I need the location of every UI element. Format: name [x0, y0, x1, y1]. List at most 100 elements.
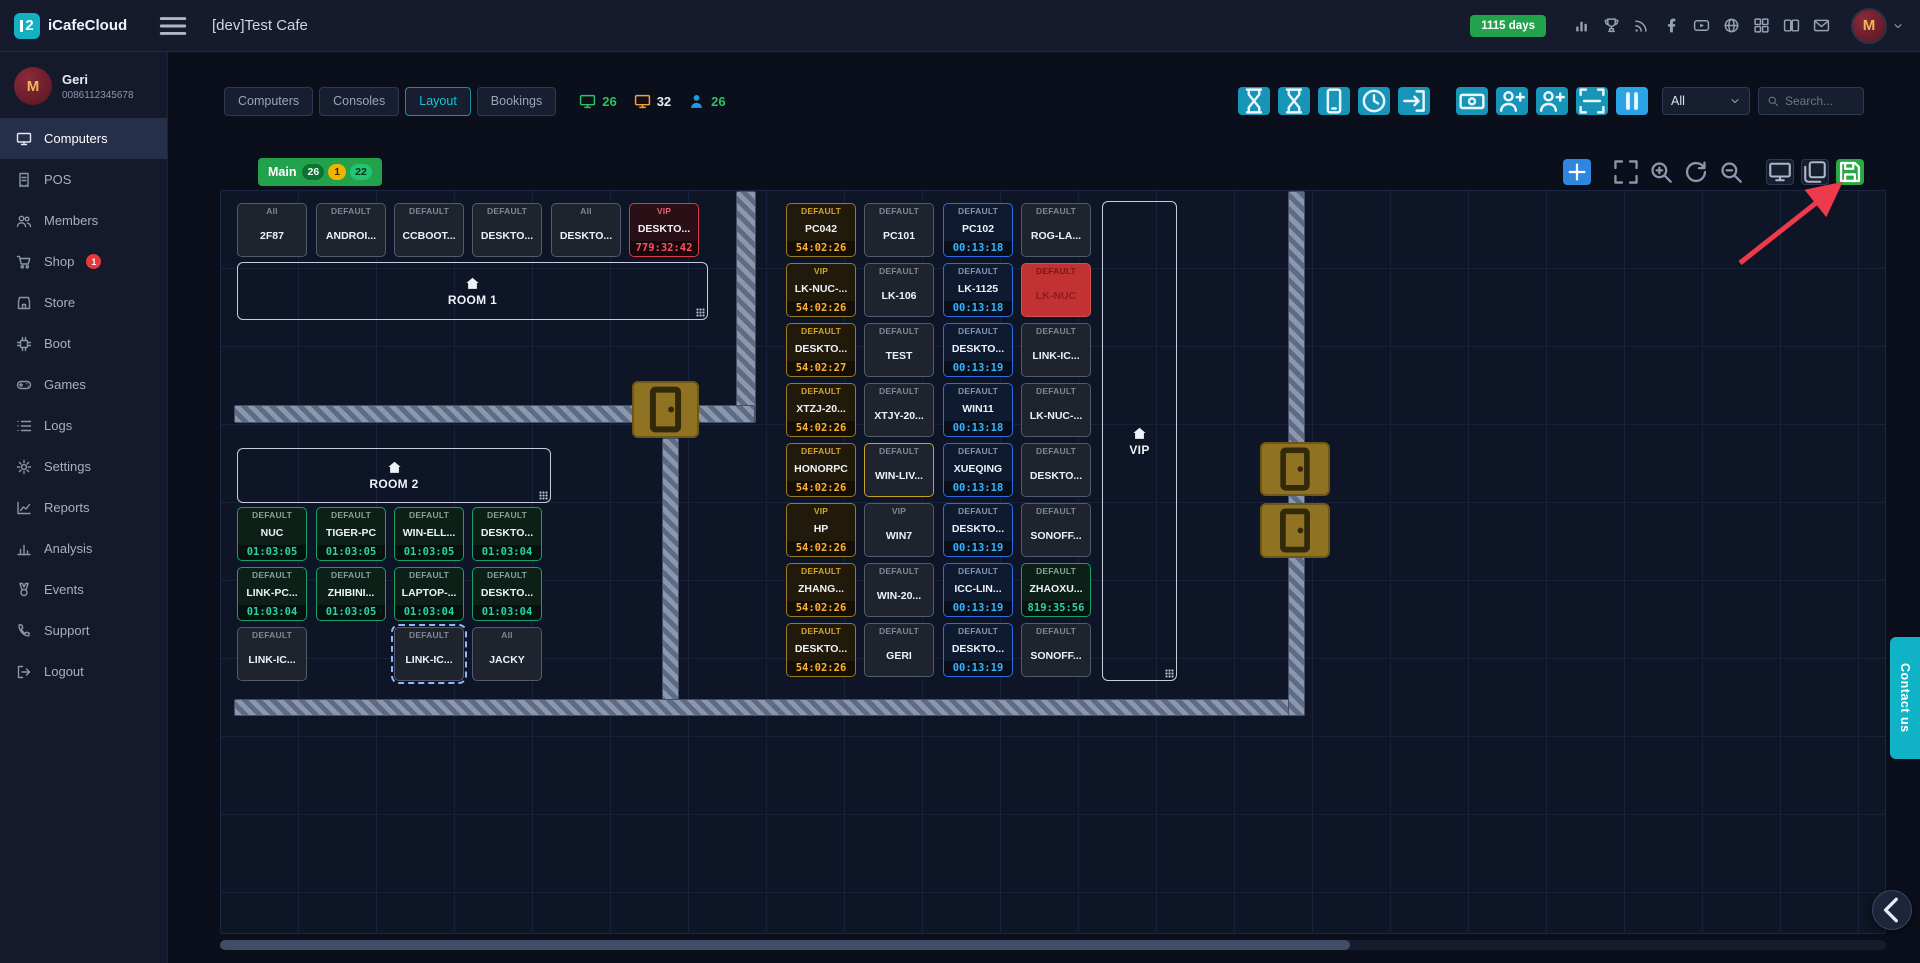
room-room-1[interactable]: ROOM 1: [237, 262, 708, 320]
add-computer-button[interactable]: [1563, 159, 1591, 185]
computer-xtzj-20[interactable]: DEFAULTXTZJ-20...54:02:26: [786, 383, 856, 437]
computer-pc102[interactable]: DEFAULTPC10200:13:18: [943, 203, 1013, 257]
fullscreen-button[interactable]: [1612, 159, 1640, 185]
resize-handle[interactable]: [539, 491, 548, 500]
door-icon[interactable]: [1260, 503, 1330, 558]
sidebar-item-members[interactable]: Members: [0, 200, 167, 241]
computer-lk-nuc[interactable]: DEFAULTLK-NUC-...: [1021, 383, 1091, 437]
computer-win-20[interactable]: DEFAULTWIN-20...: [864, 563, 934, 617]
door-icon[interactable]: [1260, 442, 1330, 496]
tab-layout[interactable]: Layout: [405, 87, 471, 116]
computer-test[interactable]: DEFAULTTEST: [864, 323, 934, 377]
computer-link-ic[interactable]: DEFAULTLINK-IC...: [394, 627, 464, 681]
mail-icon[interactable]: [1813, 17, 1830, 34]
computer-sonoff[interactable]: DEFAULTSONOFF...: [1021, 503, 1091, 557]
subscription-days-badge[interactable]: 1115 days: [1470, 15, 1546, 37]
sidebar-item-store[interactable]: Store: [0, 282, 167, 323]
tab-bookings[interactable]: Bookings: [477, 87, 556, 116]
computer-link-ic[interactable]: DEFAULTLINK-IC...: [237, 627, 307, 681]
computer-zhang[interactable]: DEFAULTZHANG...54:02:26: [786, 563, 856, 617]
add-guest-button[interactable]: [1536, 87, 1568, 115]
computer-ccboot[interactable]: DEFAULTCCBOOT...: [394, 203, 464, 257]
computer-2f87[interactable]: All2F87: [237, 203, 307, 257]
chat-toggle-button[interactable]: [1872, 890, 1912, 930]
facebook-icon[interactable]: [1663, 17, 1680, 34]
computer-zhaoxu[interactable]: DEFAULTZHAOXU...819:35:56: [1021, 563, 1091, 617]
cash-button[interactable]: [1456, 87, 1488, 115]
search-input[interactable]: [1785, 94, 1855, 108]
computer-deskto[interactable]: DEFAULTDESKTO...01:03:04: [472, 507, 542, 561]
computer-xueqing[interactable]: DEFAULTXUEQING00:13:18: [943, 443, 1013, 497]
sidebar-item-events[interactable]: Events: [0, 569, 167, 610]
sidebar-item-support[interactable]: Support: [0, 610, 167, 651]
layers-button[interactable]: [1801, 159, 1829, 185]
add-member-button[interactable]: [1496, 87, 1528, 115]
sidebar-item-reports[interactable]: Reports: [0, 487, 167, 528]
computer-lk-106[interactable]: DEFAULTLK-106: [864, 263, 934, 317]
computer-deskto[interactable]: DEFAULTDESKTO...54:02:26: [786, 623, 856, 677]
scrollbar-handle[interactable]: [220, 940, 1350, 950]
scan-button[interactable]: [1576, 87, 1608, 115]
computer-lk-nuc[interactable]: VIPLK-NUC-...54:02:26: [786, 263, 856, 317]
mobile-button[interactable]: [1318, 87, 1350, 115]
computer-lk-nuc[interactable]: DEFAULTLK-NUC: [1021, 263, 1091, 317]
computer-nuc[interactable]: DEFAULTNUC01:03:05: [237, 507, 307, 561]
checkout-button[interactable]: [1398, 87, 1430, 115]
timer-button[interactable]: [1238, 87, 1270, 115]
tab-computers[interactable]: Computers: [224, 87, 313, 116]
computer-deskto[interactable]: DEFAULTDESKTO...: [472, 203, 542, 257]
computer-win-liv[interactable]: DEFAULTWIN-LIV...: [864, 443, 934, 497]
sidebar-item-logs[interactable]: Logs: [0, 405, 167, 446]
computer-link-ic[interactable]: DEFAULTLINK-IC...: [1021, 323, 1091, 377]
user-block[interactable]: M Geri 0086112345678: [0, 52, 167, 118]
group-filter-select[interactable]: All: [1662, 87, 1750, 115]
computer-icc-lin[interactable]: DEFAULTICC-LIN...00:13:19: [943, 563, 1013, 617]
computer-jacky[interactable]: AllJACKY: [472, 627, 542, 681]
computer-deskto[interactable]: DEFAULTDESKTO...00:13:19: [943, 503, 1013, 557]
menu-toggle-button[interactable]: [156, 9, 190, 43]
sidebar-item-boot[interactable]: Boot: [0, 323, 167, 364]
resize-handle[interactable]: [696, 308, 705, 317]
reset-view-button[interactable]: [1682, 159, 1710, 185]
youtube-icon[interactable]: [1693, 17, 1710, 34]
computer-deskto[interactable]: DEFAULTDESKTO...: [1021, 443, 1091, 497]
sidebar-item-games[interactable]: Games: [0, 364, 167, 405]
computer-laptop[interactable]: DEFAULTLAPTOP-...01:03:04: [394, 567, 464, 621]
door-icon[interactable]: [632, 381, 699, 438]
computer-link-pc[interactable]: DEFAULTLINK-PC...01:03:04: [237, 567, 307, 621]
computer-deskto[interactable]: DEFAULTDESKTO...54:02:27: [786, 323, 856, 377]
compare-icon[interactable]: [1783, 17, 1800, 34]
computer-pc101[interactable]: DEFAULTPC101: [864, 203, 934, 257]
computer-win11[interactable]: DEFAULTWIN1100:13:18: [943, 383, 1013, 437]
tab-consoles[interactable]: Consoles: [319, 87, 399, 116]
computer-xtjy-20[interactable]: DEFAULTXTJY-20...: [864, 383, 934, 437]
computer-hp[interactable]: VIPHP54:02:26: [786, 503, 856, 557]
computer-deskto[interactable]: DEFAULTDESKTO...00:13:19: [943, 323, 1013, 377]
sidebar-item-logout[interactable]: Logout: [0, 651, 167, 692]
computer-androi[interactable]: DEFAULTANDROI...: [316, 203, 386, 257]
zone-main-button[interactable]: Main 26122: [258, 158, 382, 186]
rss-icon[interactable]: [1633, 17, 1650, 34]
computer-rog-la[interactable]: DEFAULTROG-LA...: [1021, 203, 1091, 257]
blog-icon[interactable]: [1753, 17, 1770, 34]
save-layout-button[interactable]: [1836, 159, 1864, 185]
apps-icon[interactable]: [1573, 17, 1590, 34]
sidebar-item-computers[interactable]: Computers: [0, 118, 167, 159]
computer-tiger-pc[interactable]: DEFAULTTIGER-PC01:03:05: [316, 507, 386, 561]
user-menu[interactable]: M: [1851, 8, 1904, 44]
globe-icon[interactable]: [1723, 17, 1740, 34]
layout-canvas[interactable]: ROOM 1ROOM 2VIPAll2F87DEFAULTANDROI...DE…: [220, 190, 1886, 934]
computer-lk-1125[interactable]: DEFAULTLK-112500:13:18: [943, 263, 1013, 317]
room-vip[interactable]: VIP: [1102, 201, 1177, 681]
monitors-button[interactable]: [1766, 159, 1794, 185]
room-room-2[interactable]: ROOM 2: [237, 448, 551, 503]
computer-deskto[interactable]: DEFAULTDESKTO...00:13:19: [943, 623, 1013, 677]
countdown-button[interactable]: [1278, 87, 1310, 115]
computer-win-ell[interactable]: DEFAULTWIN-ELL...01:03:05: [394, 507, 464, 561]
computer-zhibini[interactable]: DEFAULTZHIBINI...01:03:05: [316, 567, 386, 621]
sidebar-item-pos[interactable]: POS: [0, 159, 167, 200]
sidebar-item-settings[interactable]: Settings: [0, 446, 167, 487]
pause-button[interactable]: [1616, 87, 1648, 115]
computer-pc042[interactable]: DEFAULTPC04254:02:26: [786, 203, 856, 257]
sidebar-item-analysis[interactable]: Analysis: [0, 528, 167, 569]
